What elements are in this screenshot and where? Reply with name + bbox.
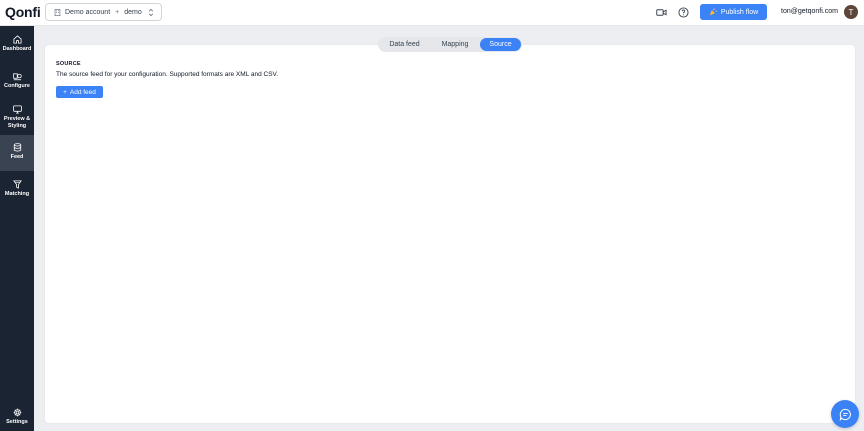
chat-bubble-icon [839,408,851,421]
tab-source[interactable]: Source [480,38,521,51]
account-selector[interactable]: Demo account + demo [45,3,162,21]
publish-flow-button[interactable]: Publish flow [700,4,767,20]
sidebar-item-settings[interactable]: Settings [0,408,34,426]
chevron-up-down-icon [148,8,154,17]
database-icon [13,143,21,152]
sidebar-item-label: Dashboard [2,46,32,52]
funnel-icon [12,180,22,189]
home-icon [12,35,22,44]
configure-icon [12,73,22,81]
gear-icon [13,408,21,417]
sidebar-item-label: Preview & [3,116,31,122]
add-feed-button[interactable]: + Add feed [56,86,103,98]
tab-data-feed[interactable]: Data feed [379,38,430,51]
feed-tabs: Data feed Mapping Source [378,37,522,52]
add-feed-label: Add feed [69,88,96,96]
account-name: Demo account [65,8,111,16]
sidebar-item-matching[interactable]: Matching [0,180,34,198]
app-logo[interactable]: Qonfi [5,4,41,20]
section-title: SOURCE [56,61,81,67]
avatar[interactable]: T [844,5,858,19]
publish-flow-label: Publish flow [720,8,759,16]
sidebar-item-label: Feed [10,154,24,160]
plus-icon: + [63,88,67,96]
account-separator: + [115,8,120,16]
chat-support-button[interactable] [831,400,859,428]
help-circle-icon[interactable] [678,7,689,18]
monitor-icon [12,105,22,114]
sidebar-item-feed[interactable]: Feed [0,135,34,171]
video-camera-icon[interactable] [656,7,667,18]
section-description: The source feed for your configuration. … [56,71,279,78]
building-icon [54,8,61,16]
environment-name: demo [124,8,142,16]
sidebar-item-label: Settings [6,419,28,425]
sidebar: Dashboard Configure Preview & Styling Fe… [0,26,34,431]
sidebar-item-label-line2: Styling [7,123,27,129]
sidebar-item-label: Configure [4,83,30,89]
party-popper-icon [709,8,717,16]
tab-mapping[interactable]: Mapping [430,38,480,51]
sidebar-item-preview-styling[interactable]: Preview & Styling [0,105,34,130]
top-bar: Qonfi Demo account + demo Publish flow t… [0,0,864,26]
sidebar-item-label: Matching [4,191,30,197]
sidebar-item-configure[interactable]: Configure [0,72,34,90]
sidebar-item-dashboard[interactable]: Dashboard [0,35,34,53]
user-email[interactable]: ton@getqonfi.com [781,8,838,15]
content-panel [45,45,855,423]
